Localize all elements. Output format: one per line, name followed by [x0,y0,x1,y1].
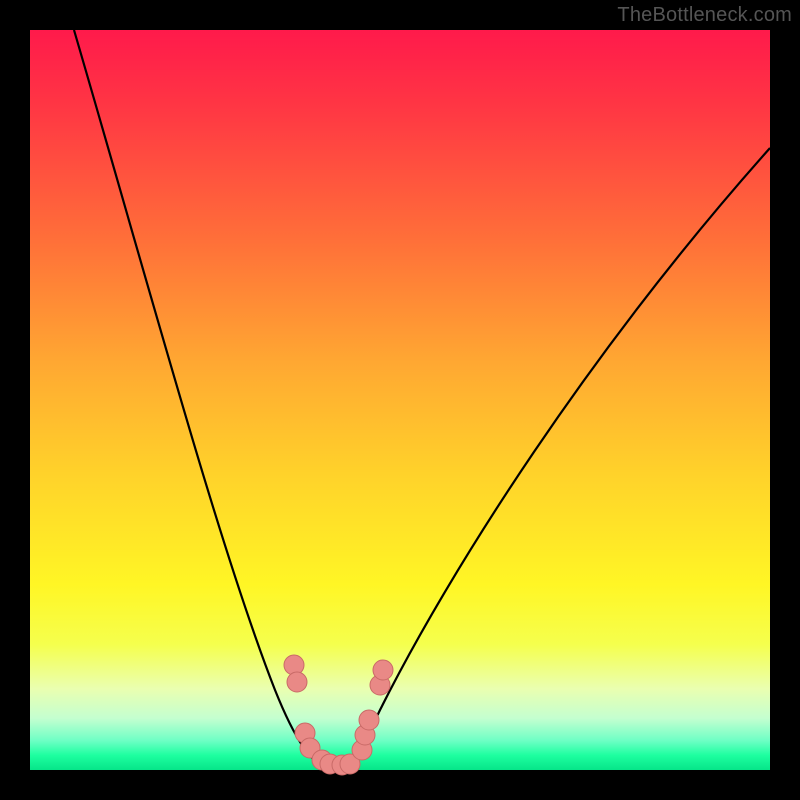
marker-dot [373,660,393,680]
marker-group [284,655,393,775]
watermark-text: TheBottleneck.com [617,4,792,27]
marker-dot [287,672,307,692]
chart-svg [30,30,770,770]
chart-frame: TheBottleneck.com [0,0,800,800]
plot-area [30,30,770,770]
marker-dot [359,710,379,730]
bottleneck-curve-right [330,148,770,770]
